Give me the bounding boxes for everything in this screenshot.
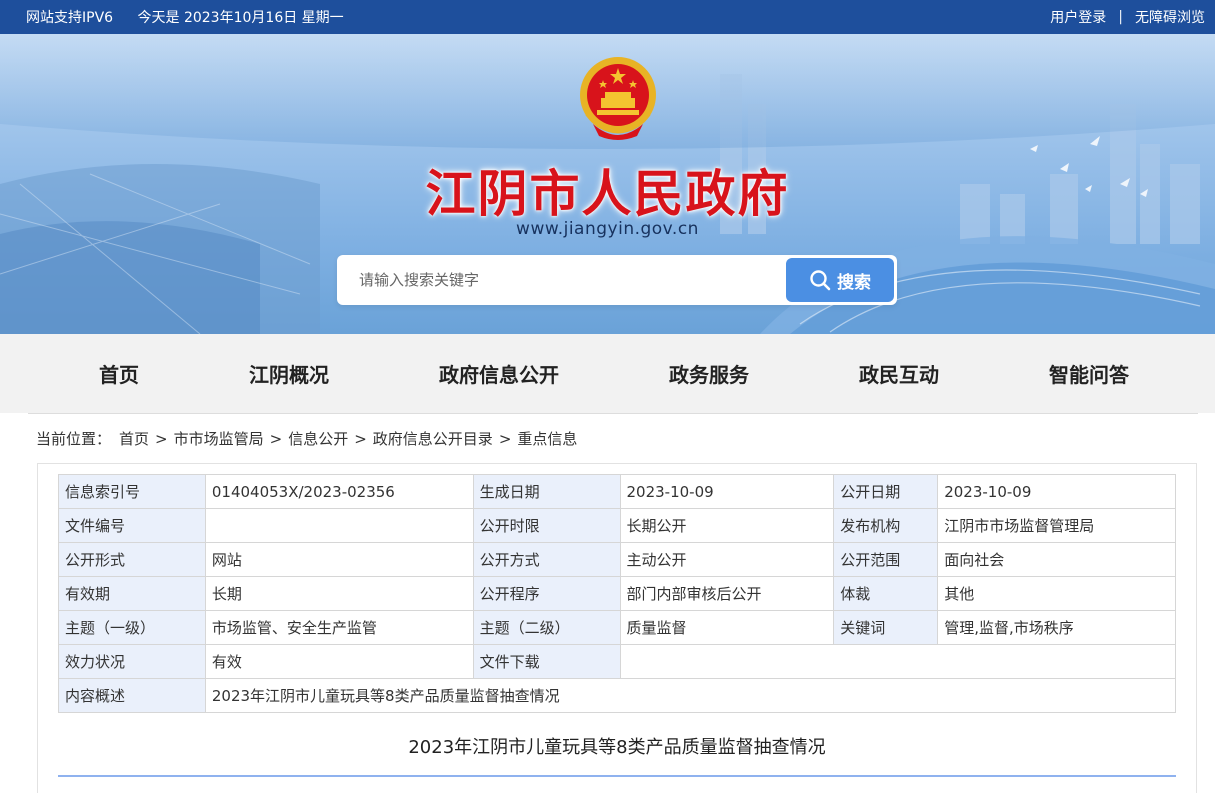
top-bar-right: 用户登录 | 无障碍浏览 — [1050, 7, 1205, 27]
publisher-value: 江阴市市场监督管理局 — [937, 508, 1176, 543]
ipv6-notice: 网站支持IPV6 — [26, 10, 114, 26]
top-bar-left: 网站支持IPV6 今天是 2023年10月16日 星期一 — [26, 7, 364, 27]
top-bar: 网站支持IPV6 今天是 2023年10月16日 星期一 用户登录 | 无障碍浏… — [0, 0, 1215, 34]
table-row: 主题（一级） 市场监管、安全生产监管 主题（二级） 质量监督 关键词 管理,监督… — [58, 610, 1176, 645]
breadcrumb-key-info[interactable]: 重点信息 — [517, 428, 577, 449]
nav-item-smart-qa[interactable]: 智能问答 — [1049, 359, 1129, 388]
index-value: 01404053X/2023-02356 — [204, 474, 474, 509]
search-button-label: 搜索 — [837, 272, 871, 293]
search-bar: 搜索 — [337, 255, 897, 305]
procedure-value: 部门内部审核后公开 — [619, 576, 835, 611]
time-limit-value: 长期公开 — [619, 508, 835, 543]
table-row: 信息索引号 01404053X/2023-02356 生成日期 2023-10-… — [58, 474, 1176, 509]
breadcrumb-arrow: > — [155, 429, 168, 448]
form-label: 公开形式 — [58, 542, 206, 577]
topic2-label: 主题（二级） — [472, 610, 621, 645]
method-label: 公开方式 — [472, 542, 621, 577]
doc-no-label: 文件编号 — [58, 508, 206, 543]
breadcrumb-arrow: > — [354, 429, 367, 448]
topic2-value: 质量监督 — [619, 610, 835, 645]
publisher-label: 发布机构 — [833, 508, 939, 543]
pub-date-label: 公开日期 — [833, 474, 939, 509]
breadcrumb: 当前位置： 首页 > 市市场监管局 > 信息公开 > 政府信息公开目录 > 重点… — [28, 413, 1198, 463]
validity-label: 有效期 — [58, 576, 206, 611]
topic1-value: 市场监管、安全生产监管 — [204, 610, 474, 645]
topic1-label: 主题（一级） — [58, 610, 206, 645]
breadcrumb-info-catalog[interactable]: 政府信息公开目录 — [373, 428, 493, 449]
info-metadata-table: 信息索引号 01404053X/2023-02356 生成日期 2023-10-… — [58, 474, 1177, 713]
search-icon — [810, 270, 831, 291]
keywords-label: 关键词 — [833, 610, 939, 645]
accessibility-link[interactable]: 无障碍浏览 — [1135, 7, 1205, 27]
form-value: 网站 — [204, 542, 474, 577]
gen-date-label: 生成日期 — [472, 474, 621, 509]
genre-value: 其他 — [937, 576, 1176, 611]
table-row: 有效期 长期 公开程序 部门内部审核后公开 体裁 其他 — [58, 576, 1176, 611]
breadcrumb-home[interactable]: 首页 — [119, 428, 149, 449]
breadcrumb-arrow: > — [269, 429, 283, 448]
current-date: 今天是 2023年10月16日 星期一 — [137, 10, 344, 26]
status-value: 有效 — [204, 644, 474, 679]
summary-label: 内容概述 — [58, 678, 206, 713]
nav-item-info-disclosure[interactable]: 政府信息公开 — [439, 359, 559, 388]
index-label: 信息索引号 — [58, 474, 206, 509]
summary-value: 2023年江阴市儿童玩具等8类产品质量监督抽查情况 — [204, 678, 1177, 713]
download-label: 文件下载 — [472, 644, 621, 679]
table-row: 内容概述 2023年江阴市儿童玩具等8类产品质量监督抽查情况 — [58, 678, 1177, 713]
site-title: 江阴市人民政府 — [425, 164, 790, 223]
validity-value: 长期 — [204, 576, 474, 611]
pub-date-value: 2023-10-09 — [937, 474, 1176, 509]
header-banner: 江阴市人民政府 www.jiangyin.gov.cn 搜索 — [0, 34, 1215, 334]
status-label: 效力状况 — [58, 644, 206, 679]
gen-date-value: 2023-10-09 — [619, 474, 835, 509]
method-value: 主动公开 — [619, 542, 835, 577]
nav-item-interaction[interactable]: 政民互动 — [859, 359, 939, 388]
genre-label: 体裁 — [833, 576, 939, 611]
user-login-link[interactable]: 用户登录 — [1050, 7, 1106, 27]
table-row: 文件编号 公开时限 长期公开 发布机构 江阴市市场监督管理局 — [58, 508, 1176, 543]
download-value — [619, 644, 1176, 679]
top-bar-separator: | — [1118, 9, 1123, 25]
procedure-label: 公开程序 — [472, 576, 621, 611]
time-limit-label: 公开时限 — [472, 508, 621, 543]
doc-no-value — [204, 508, 474, 543]
breadcrumb-arrow: > — [498, 429, 512, 448]
breadcrumb-market-bureau[interactable]: 市市场监管局 — [174, 428, 264, 449]
search-input[interactable] — [337, 255, 786, 305]
breadcrumb-info-disclosure[interactable]: 信息公开 — [288, 428, 348, 449]
scope-label: 公开范围 — [833, 542, 939, 577]
keywords-value: 管理,监督,市场秩序 — [937, 610, 1176, 645]
table-row: 公开形式 网站 公开方式 主动公开 公开范围 面向社会 — [58, 542, 1176, 577]
main-nav: 首页 江阴概况 政府信息公开 政务服务 政民互动 智能问答 — [0, 334, 1215, 413]
table-row: 效力状况 有效 文件下载 — [58, 644, 1176, 679]
site-url: www.jiangyin.gov.cn — [516, 219, 699, 239]
article-title: 2023年江阴市儿童玩具等8类产品质量监督抽查情况 — [58, 733, 1176, 777]
search-button[interactable]: 搜索 — [786, 258, 894, 302]
nav-item-services[interactable]: 政务服务 — [669, 359, 749, 388]
scope-value: 面向社会 — [937, 542, 1176, 577]
national-emblem-icon — [580, 57, 656, 140]
nav-item-home[interactable]: 首页 — [99, 359, 139, 388]
nav-item-overview[interactable]: 江阴概况 — [249, 359, 329, 388]
content-box: 信息索引号 01404053X/2023-02356 生成日期 2023-10-… — [37, 463, 1197, 793]
breadcrumb-prefix: 当前位置： — [36, 430, 112, 448]
